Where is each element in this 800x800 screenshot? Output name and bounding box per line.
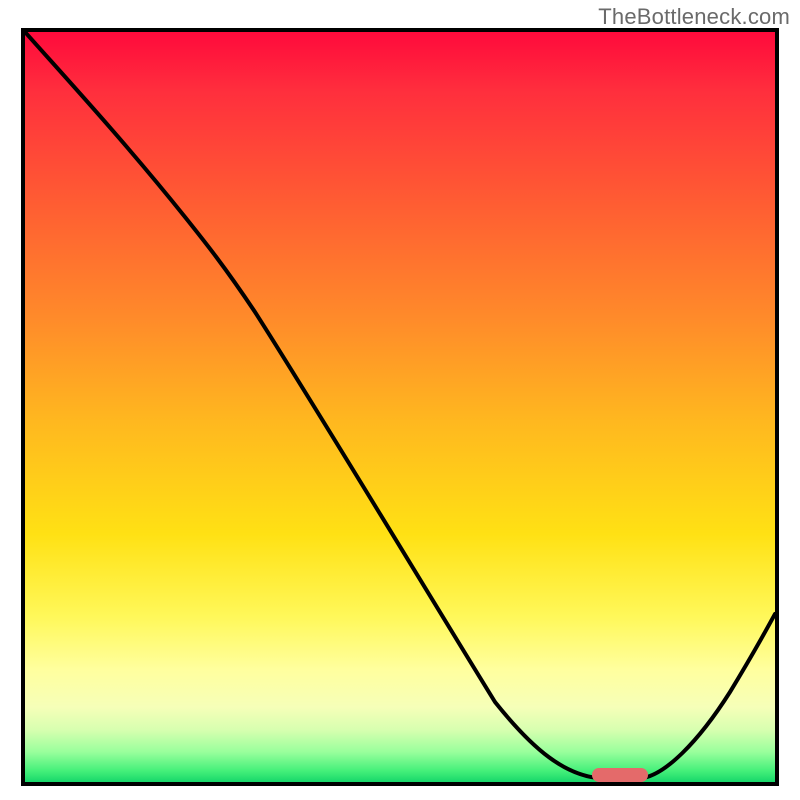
bottleneck-curve-path (25, 32, 775, 778)
plot-area (21, 28, 779, 786)
watermark-text: TheBottleneck.com (598, 4, 790, 30)
chart-frame: TheBottleneck.com (0, 0, 800, 800)
curve-overlay (25, 32, 775, 782)
optimal-range-marker (592, 768, 648, 782)
